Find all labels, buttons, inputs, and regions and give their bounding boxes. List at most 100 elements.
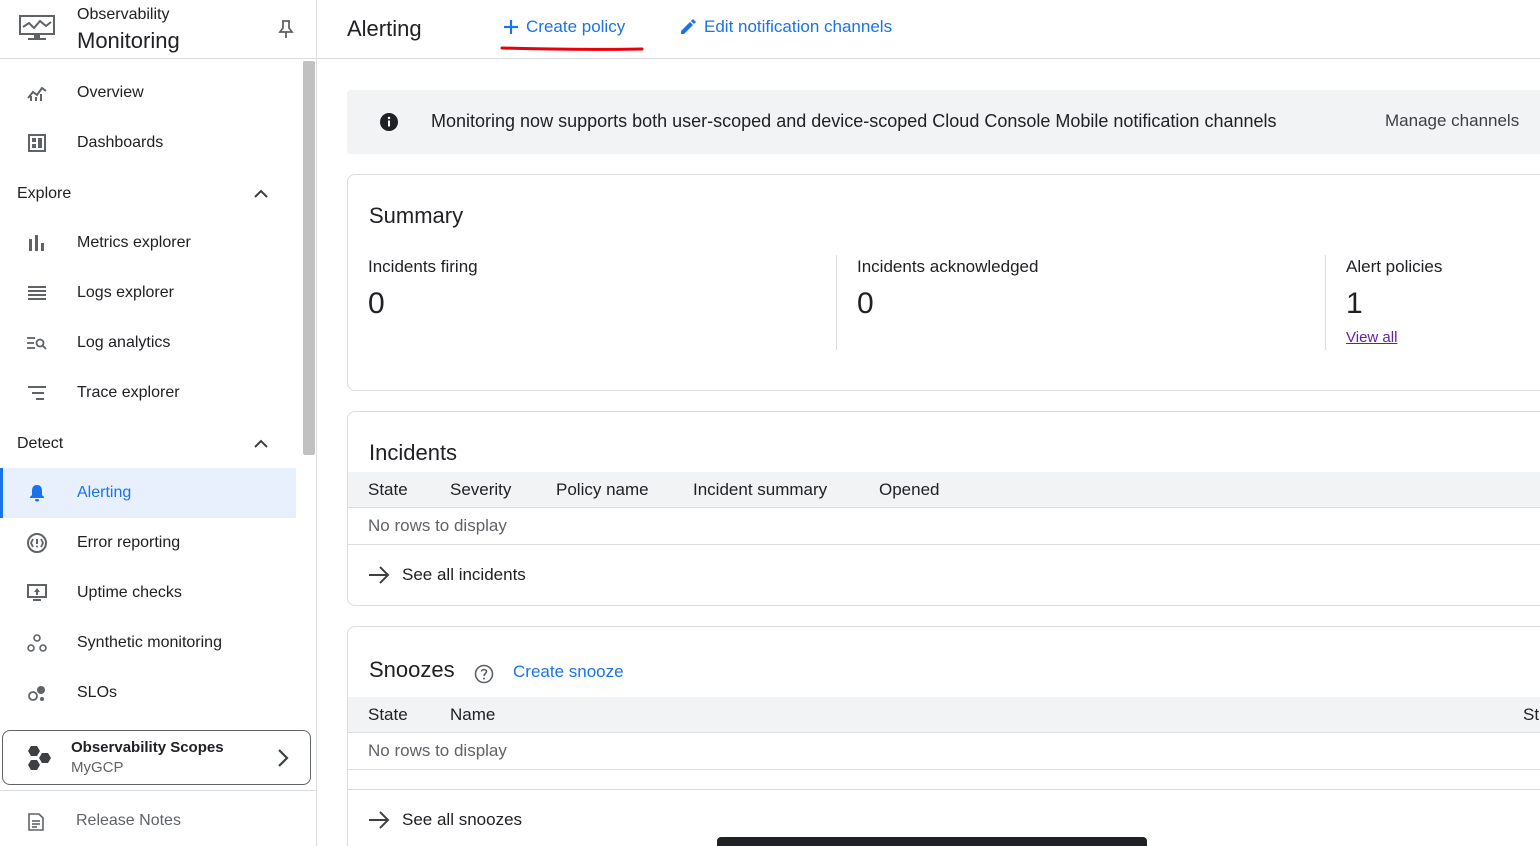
sidebar-item-overview[interactable]: Overview: [0, 68, 296, 118]
edit-channels-label: Edit notification channels: [704, 17, 893, 36]
info-icon: [380, 113, 398, 131]
sidebar-item-label: SLOs: [77, 684, 118, 701]
stat-incidents-firing: Incidents firing 0: [368, 257, 478, 321]
summary-title: Summary: [369, 203, 464, 228]
sidebar-item-label: Error reporting: [77, 534, 181, 551]
table-divider: [348, 769, 1540, 770]
see-all-snoozes-link[interactable]: See all snoozes: [368, 810, 522, 830]
empty-rows-text: No rows to display: [368, 741, 507, 760]
column-header[interactable]: Incident summary: [693, 480, 827, 500]
monitor-icon: [26, 582, 48, 604]
stat-incidents-acknowledged: Incidents acknowledged 0: [857, 257, 1038, 321]
sidebar-item-trace-explorer[interactable]: Trace explorer: [0, 368, 296, 418]
pencil-icon: [681, 19, 696, 34]
sidebar-item-slos[interactable]: SLOs: [0, 668, 296, 718]
chevron-up-icon[interactable]: [253, 439, 269, 449]
column-header[interactable]: Opened: [879, 480, 940, 500]
chevron-up-icon[interactable]: [253, 189, 269, 199]
sidebar: Observability Monitoring Overview Dashbo…: [0, 0, 317, 846]
sidebar-item-uptime-checks[interactable]: Uptime checks: [0, 568, 296, 618]
see-all-incidents-link[interactable]: See all incidents: [368, 565, 526, 585]
sidebar-item-label: Alerting: [77, 484, 132, 501]
observability-scopes-button[interactable]: Observability Scopes MyGCP: [2, 730, 311, 785]
hexagons-icon: [28, 746, 51, 770]
stat-value: 0: [368, 287, 385, 320]
release-notes-label: Release Notes: [76, 812, 181, 829]
pin-icon[interactable]: [277, 19, 295, 39]
column-header[interactable]: State: [368, 705, 408, 725]
incidents-card: Incidents State Severity Policy name Inc…: [347, 411, 1540, 606]
page-title: Alerting: [347, 16, 422, 41]
column-header[interactable]: State: [368, 480, 408, 500]
snoozes-table-header: State Name St: [348, 697, 1540, 733]
help-icon[interactable]: [474, 664, 494, 684]
sidebar-item-metrics-explorer[interactable]: Metrics explorer: [0, 218, 296, 268]
see-all-label: See all snoozes: [402, 810, 523, 829]
incidents-table-header: State Severity Policy name Incident summ…: [348, 472, 1540, 508]
sidebar-scrollbar[interactable]: [303, 61, 315, 455]
bar-chart-icon: [26, 232, 48, 254]
error-icon: [26, 532, 48, 554]
scope-title: Observability Scopes: [71, 739, 224, 756]
create-policy-button[interactable]: Create policy: [503, 17, 625, 37]
table-divider: [348, 789, 1540, 790]
slo-icon: [26, 682, 48, 704]
snoozes-card: Snoozes Create snooze State Name St No r…: [347, 626, 1540, 846]
app-title: Monitoring: [77, 28, 180, 53]
bell-icon: [26, 482, 48, 504]
search-list-icon: [26, 332, 48, 354]
sidebar-item-label: Synthetic monitoring: [77, 634, 222, 651]
sidebar-item-label: Trace explorer: [77, 384, 180, 401]
page-header: Alerting Create policy Edit notification…: [317, 0, 1540, 59]
arrow-right-icon: [369, 811, 390, 829]
sidebar-item-synthetic-monitoring[interactable]: Synthetic monitoring: [0, 618, 296, 668]
sidebar-nav: Overview Dashboards Explore Metrics expl…: [0, 59, 302, 723]
scope-project: MyGCP: [71, 759, 124, 776]
release-notes-icon: [28, 813, 44, 831]
stat-label: Alert policies: [1346, 257, 1443, 276]
stat-divider: [836, 255, 837, 350]
info-banner: Monitoring now supports both user-scoped…: [347, 90, 1540, 154]
column-header[interactable]: Policy name: [556, 480, 649, 500]
snoozes-title: Snoozes: [369, 657, 455, 682]
arrow-right-icon: [369, 566, 390, 584]
banner-message: Monitoring now supports both user-scoped…: [431, 111, 1277, 131]
summary-card: Summary Incidents firing 0 Incidents ack…: [347, 174, 1540, 391]
sidebar-item-label: Dashboards: [77, 134, 164, 151]
monitoring-logo-icon: [19, 15, 55, 40]
manage-channels-button[interactable]: Manage channels: [1385, 111, 1519, 131]
see-all-label: See all incidents: [402, 565, 526, 584]
incidents-title: Incidents: [369, 440, 458, 465]
view-all-link[interactable]: View all: [1346, 329, 1397, 346]
sidebar-item-label: Metrics explorer: [77, 234, 191, 251]
column-header[interactable]: St: [1523, 705, 1539, 725]
section-explore[interactable]: Explore: [17, 185, 71, 203]
sidebar-item-label: Overview: [77, 84, 144, 101]
release-notes-link[interactable]: Release Notes: [0, 796, 316, 846]
sidebar-item-label: Logs explorer: [77, 284, 174, 301]
sidebar-item-log-analytics[interactable]: Log analytics: [0, 318, 296, 368]
nodes-icon: [26, 632, 48, 654]
section-detect[interactable]: Detect: [17, 435, 63, 453]
sidebar-item-dashboards[interactable]: Dashboards: [0, 118, 296, 168]
create-policy-label: Create policy: [526, 17, 626, 36]
empty-rows-text: No rows to display: [368, 516, 507, 535]
toast-bar: [717, 837, 1147, 846]
stat-label: Incidents firing: [368, 257, 478, 276]
chart-line-icon: [26, 82, 48, 104]
stat-divider: [1325, 255, 1326, 350]
chevron-right-icon: [278, 749, 289, 767]
dashboard-icon: [26, 132, 48, 154]
app-superscript: Observability: [77, 6, 170, 23]
create-snooze-button[interactable]: Create snooze: [513, 662, 624, 682]
annotation-underline: [500, 46, 644, 51]
sidebar-item-alerting[interactable]: Alerting: [0, 468, 296, 518]
sidebar-header: Observability Monitoring: [0, 0, 316, 59]
sidebar-item-logs-explorer[interactable]: Logs explorer: [0, 268, 296, 318]
edit-notification-channels-button[interactable]: Edit notification channels: [679, 17, 892, 37]
column-header[interactable]: Severity: [450, 480, 511, 500]
stat-value: 0: [857, 287, 874, 320]
sidebar-item-label: Log analytics: [77, 334, 171, 351]
sidebar-item-error-reporting[interactable]: Error reporting: [0, 518, 296, 568]
column-header[interactable]: Name: [450, 705, 495, 725]
